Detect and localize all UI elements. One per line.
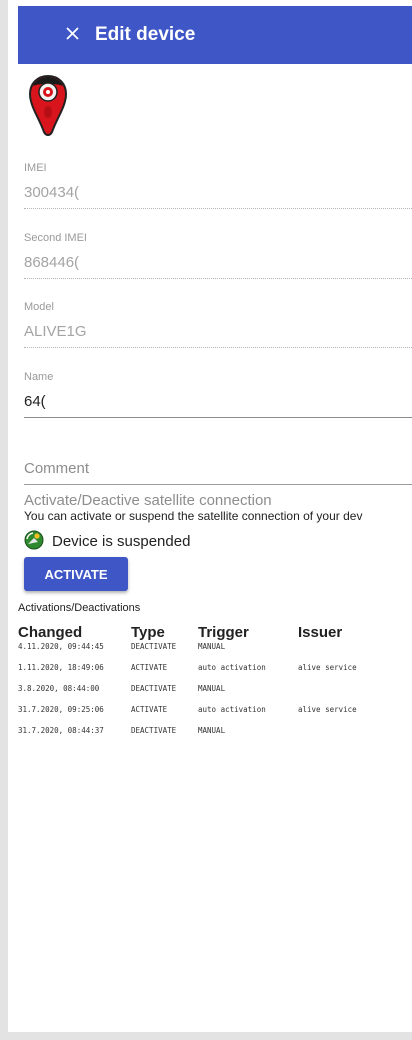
table-row: 4.11.2020, 09:44:45 DEACTIVATE MANUAL (18, 642, 412, 663)
satellite-status-icon (24, 530, 44, 550)
bottom-gutter (0, 1032, 412, 1040)
column-header-trigger: Trigger (198, 624, 249, 641)
left-gutter (0, 0, 8, 1040)
cell-issuer: alive service (298, 663, 357, 672)
table-header: Changed Type Trigger Issuer (18, 624, 412, 642)
second-imei-underline (24, 278, 412, 279)
second-imei-value: 868446( (24, 254, 80, 271)
history-title: Activations/Deactivations (18, 602, 141, 614)
page-title: Edit device (95, 24, 196, 45)
cell-issuer: alive service (298, 705, 357, 714)
cell-trigger: MANUAL (198, 642, 226, 651)
imei-value: 300434( (24, 184, 80, 201)
activate-button[interactable]: ACTIVATE (24, 557, 128, 591)
name-value[interactable]: 64( (24, 392, 412, 412)
imei-field[interactable]: IMEI 300434( (24, 162, 412, 209)
column-header-changed: Changed (18, 624, 83, 641)
model-value: ALIVE1G (24, 323, 87, 340)
cell-trigger: MANUAL (198, 684, 226, 693)
cell-type: ACTIVATE (131, 663, 168, 672)
history-table: Changed Type Trigger Issuer 4.11.2020, 0… (18, 624, 412, 747)
cell-changed: 31.7.2020, 08:44:37 (18, 726, 104, 735)
name-field[interactable]: Name 64( (24, 371, 412, 418)
imei-underline (24, 208, 412, 209)
cell-changed: 4.11.2020, 09:44:45 (18, 642, 104, 651)
app-bar: Edit device (18, 6, 412, 64)
model-label: Model (24, 301, 54, 313)
imei-label: IMEI (24, 162, 47, 174)
cell-type: DEACTIVATE (131, 642, 177, 651)
second-imei-label: Second IMEI (24, 232, 87, 244)
column-header-issuer: Issuer (298, 624, 343, 641)
cell-trigger: auto activation (198, 705, 266, 714)
cell-trigger: MANUAL (198, 726, 226, 735)
table-row: 31.7.2020, 09:25:06 ACTIVATE auto activa… (18, 705, 412, 726)
second-imei-field[interactable]: Second IMEI 868446( (24, 232, 412, 279)
table-row: 31.7.2020, 08:44:37 DEACTIVATE MANUAL (18, 726, 412, 747)
cell-type: ACTIVATE (131, 705, 168, 714)
name-underline (24, 417, 412, 418)
name-label: Name (24, 371, 54, 383)
comment-field[interactable]: Comment (24, 460, 89, 477)
table-row: 3.8.2020, 08:44:00 DEACTIVATE MANUAL (18, 684, 412, 705)
comment-underline (24, 484, 412, 485)
satellite-description: You can activate or suspend the satellit… (24, 509, 363, 523)
cell-trigger: auto activation (198, 663, 266, 672)
column-header-type: Type (131, 624, 165, 641)
close-icon[interactable] (62, 23, 84, 45)
edit-device-panel: Edit device IMEI 300434( Second IMEI 868… (8, 0, 412, 1032)
model-underline (24, 347, 412, 348)
cell-changed: 1.11.2020, 18:49:06 (18, 663, 104, 672)
cell-type: DEACTIVATE (131, 726, 177, 735)
cell-changed: 31.7.2020, 09:25:06 (18, 705, 104, 714)
gps-tracker-device-icon (28, 72, 68, 138)
cell-type: DEACTIVATE (131, 684, 177, 693)
model-field[interactable]: Model ALIVE1G (24, 301, 412, 348)
satellite-section-title: Activate/Deactive satellite connection (24, 492, 272, 509)
status-text: Device is suspended (52, 533, 191, 550)
cell-changed: 3.8.2020, 08:44:00 (18, 684, 100, 693)
table-row: 1.11.2020, 18:49:06 ACTIVATE auto activa… (18, 663, 412, 684)
